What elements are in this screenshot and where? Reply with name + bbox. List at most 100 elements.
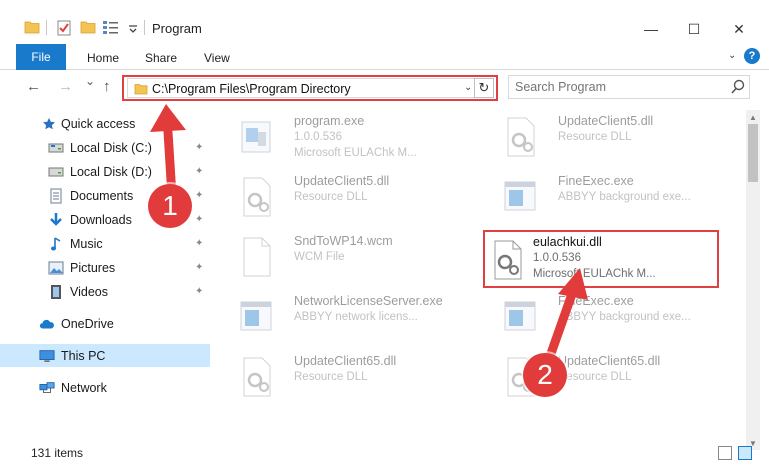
search-input[interactable] <box>515 79 715 95</box>
sidebar-item-this-pc[interactable]: This PC <box>0 344 210 367</box>
file-description: Resource DLL <box>294 191 368 203</box>
drive-icon <box>48 140 64 156</box>
chevron-down-icon[interactable]: ⌄ <box>464 82 472 93</box>
pin-icon[interactable]: ✦ <box>195 238 203 249</box>
pin-icon[interactable]: ✦ <box>195 214 203 225</box>
file-description: WCM File <box>294 251 345 263</box>
music-icon <box>48 236 64 252</box>
sidebar-item-local-disk-d[interactable]: Local Disk (D:) ✦ <box>0 160 210 183</box>
file-description: Resource DLL <box>294 371 368 383</box>
folder-icon <box>24 21 40 34</box>
file-description: ABBYY background exe... <box>558 191 691 203</box>
sidebar-item-label: OneDrive <box>61 316 114 331</box>
pin-icon[interactable]: ✦ <box>195 190 203 201</box>
window-title: Program <box>152 21 202 36</box>
folder-icon <box>134 84 148 95</box>
item-count: 131 items <box>31 446 84 460</box>
file-item[interactable]: SndToWP14.wcm WCM File <box>218 230 468 284</box>
pin-icon[interactable]: ✦ <box>195 166 203 177</box>
sidebar-item-label: Videos <box>70 284 108 299</box>
star-icon <box>41 116 57 132</box>
file-item[interactable]: NetworkLicenseServer.exe ABBYY network l… <box>218 290 468 344</box>
file-item-eulachkui[interactable]: eulachkui.dll 1.0.0.536 Microsoft EULACh… <box>483 230 719 288</box>
sidebar-item-label: Local Disk (D:) <box>70 164 152 179</box>
tab-home[interactable]: Home <box>87 51 119 65</box>
sidebar-item-music[interactable]: Music ✦ <box>0 232 210 255</box>
file-item[interactable]: FineExec.exe ABBYY background exe... <box>482 170 732 224</box>
file-description: Microsoft EULAChk M... <box>294 147 417 159</box>
back-button[interactable]: ← <box>26 78 41 95</box>
large-icons-view-icon[interactable] <box>738 446 752 460</box>
network-icon <box>39 380 55 396</box>
tab-file[interactable]: File <box>16 44 66 70</box>
sidebar-item-onedrive[interactable]: OneDrive <box>0 312 210 335</box>
file-version: 1.0.0.536 <box>533 252 581 264</box>
callout-1: 1 <box>148 184 192 228</box>
exe-icon <box>241 121 271 153</box>
sidebar-item-local-disk-c[interactable]: Local Disk (C:) ✦ <box>0 136 210 159</box>
scroll-thumb[interactable] <box>748 124 758 182</box>
address-path: C:\Program Files\Program Directory <box>152 82 351 96</box>
file-item[interactable]: UpdateClient5.dll Resource DLL <box>482 110 732 164</box>
new-folder-icon[interactable] <box>80 20 96 34</box>
sidebar-item-pictures[interactable]: Pictures ✦ <box>0 256 210 279</box>
file-name: program.exe <box>294 114 365 128</box>
details-view-icon[interactable] <box>718 446 732 460</box>
dll-icon <box>494 240 522 280</box>
refresh-button[interactable]: ↻ <box>474 78 494 98</box>
file-item[interactable]: program.exe 1.0.0.536 Microsoft EULAChk … <box>218 110 468 164</box>
scroll-up-icon[interactable]: ▲ <box>746 110 760 124</box>
sidebar-item-quick-access[interactable]: Quick access <box>0 112 210 135</box>
sidebar-item-label: Music <box>70 236 103 251</box>
pin-icon[interactable]: ✦ <box>195 286 203 297</box>
customize-icon[interactable] <box>102 20 120 34</box>
vertical-scrollbar[interactable]: ▲ ▼ <box>746 110 760 450</box>
properties-icon[interactable] <box>56 20 72 36</box>
sidebar-item-label: Local Disk (C:) <box>70 140 152 155</box>
chevron-down-icon[interactable]: ⌄ <box>728 50 736 61</box>
file-item[interactable]: UpdateClient65.dll Resource DLL <box>218 350 468 404</box>
up-button[interactable]: ↑ <box>103 78 111 95</box>
file-description: ABBYY background exe... <box>558 311 691 323</box>
file-name: UpdateClient65.dll <box>558 354 661 368</box>
status-bar: 131 items <box>0 442 769 472</box>
search-icon[interactable] <box>731 79 745 95</box>
file-item[interactable]: UpdateClient5.dll Resource DLL <box>218 170 468 224</box>
file-version: 1.0.0.536 <box>294 131 342 143</box>
minimize-button[interactable]: — <box>640 18 662 40</box>
dll-icon <box>507 117 535 157</box>
documents-icon <box>48 188 64 204</box>
file-icon <box>243 237 271 277</box>
file-description: Microsoft EULAChk M... <box>533 268 656 280</box>
address-bar[interactable]: C:\Program Files\Program Directory ⌄ ↻ <box>122 75 498 101</box>
file-name: UpdateClient5.dll <box>558 114 654 128</box>
pin-icon[interactable]: ✦ <box>195 262 203 273</box>
tab-share[interactable]: Share <box>145 51 177 65</box>
recent-locations-button[interactable]: ⌄ <box>85 74 95 88</box>
file-item[interactable]: UpdateClient65.dll Resource DLL <box>482 350 732 404</box>
help-icon[interactable]: ? <box>744 48 760 64</box>
sidebar-item-label: Quick access <box>61 116 136 131</box>
sidebar-item-network[interactable]: Network <box>0 376 210 399</box>
file-name: UpdateClient5.dll <box>294 174 390 188</box>
file-item[interactable]: FineExec.exe ABBYY background exe... <box>482 290 732 344</box>
separator <box>46 20 47 35</box>
tab-view[interactable]: View <box>204 51 230 65</box>
computer-icon <box>39 348 55 364</box>
download-icon <box>48 212 64 228</box>
forward-button[interactable]: → <box>58 78 73 95</box>
title-bar: Program — ☐ ✕ <box>0 0 769 40</box>
drive-icon <box>48 164 64 180</box>
separator <box>144 20 145 35</box>
cloud-icon <box>39 316 55 332</box>
chevron-down-icon[interactable] <box>128 25 138 33</box>
sidebar-item-videos[interactable]: Videos ✦ <box>0 280 210 303</box>
close-button[interactable]: ✕ <box>728 18 750 40</box>
search-box[interactable] <box>508 75 750 99</box>
maximize-button[interactable]: ☐ <box>683 18 705 40</box>
app-icon <box>240 301 272 331</box>
address-field[interactable]: C:\Program Files\Program Directory ⌄ <box>127 78 475 98</box>
pin-icon[interactable]: ✦ <box>195 142 203 153</box>
sidebar-item-label: This PC <box>61 348 106 363</box>
callout-2: 2 <box>523 353 567 397</box>
